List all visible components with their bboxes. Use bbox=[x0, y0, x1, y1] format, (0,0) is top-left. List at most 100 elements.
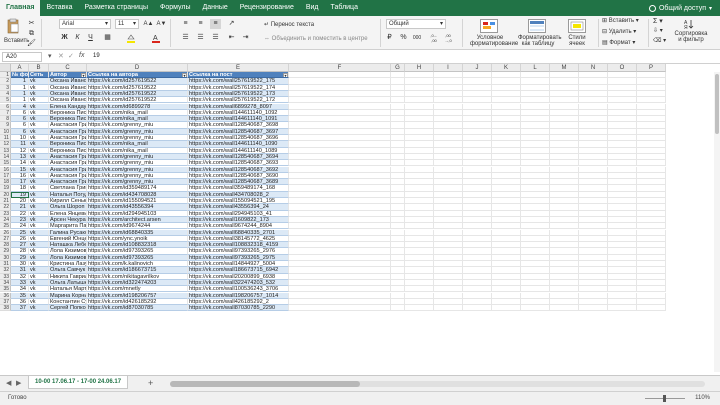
align-bottom-icon[interactable]: ≡ bbox=[210, 19, 221, 29]
cut-icon[interactable]: ✂ bbox=[26, 19, 37, 29]
thousands-button[interactable]: 000 bbox=[410, 33, 424, 43]
italic-button[interactable]: К bbox=[72, 33, 83, 43]
number-format-select[interactable]: Общий ▾ bbox=[386, 19, 446, 29]
fill-color-icon[interactable] bbox=[125, 33, 136, 43]
empty-cell[interactable] bbox=[637, 305, 666, 312]
percent-button[interactable]: % bbox=[398, 33, 409, 43]
column-header-l[interactable]: L bbox=[521, 64, 550, 72]
decrease-decimal-icon[interactable]: ,00 →,0 bbox=[442, 33, 454, 43]
align-left-icon[interactable]: ☰ bbox=[180, 33, 191, 43]
column-header-f[interactable]: F bbox=[289, 64, 391, 72]
format-cells-button[interactable]: ▤ Формат ▾ bbox=[602, 39, 635, 46]
vertical-scroll-thumb[interactable] bbox=[715, 74, 719, 134]
spreadsheet-grid[interactable]: ABCDEFGHIJKLMNOP1№ фото▾Сеть▾Автор▾Ссылк… bbox=[0, 64, 720, 375]
empty-cell[interactable] bbox=[434, 305, 463, 312]
tab-4[interactable]: Формулы bbox=[154, 0, 196, 16]
empty-cell[interactable] bbox=[579, 305, 608, 312]
increase-decimal-icon[interactable]: ,0← ,00 bbox=[428, 33, 440, 43]
column-header-d[interactable]: D bbox=[87, 64, 188, 72]
tab-3[interactable]: Разметка страницы bbox=[79, 0, 155, 16]
column-header-j[interactable]: J bbox=[463, 64, 492, 72]
table-cell[interactable]: vk bbox=[29, 305, 49, 312]
sort-filter-icon[interactable]: AЯ bbox=[684, 18, 698, 31]
cell-styles-label[interactable]: Стили ячеек bbox=[562, 35, 592, 47]
orientation-icon[interactable]: ↗ bbox=[226, 19, 237, 29]
font-color-icon[interactable]: A bbox=[150, 33, 161, 43]
conditional-formatting-label[interactable]: Условное форматирование bbox=[470, 35, 518, 47]
copy-icon[interactable]: ⧉ bbox=[26, 29, 37, 39]
sheet-tab[interactable]: 10-00 17.06.17 - 17-00 24.06.17 bbox=[28, 376, 129, 389]
select-all-corner[interactable] bbox=[0, 64, 11, 72]
clear-button[interactable]: ⌫ ▾ bbox=[653, 37, 666, 44]
share-button[interactable]: Общий доступ ▾ bbox=[648, 4, 712, 12]
align-middle-icon[interactable]: ≡ bbox=[195, 19, 206, 29]
align-center-icon[interactable]: ☰ bbox=[195, 33, 206, 43]
filter-dropdown-icon[interactable]: ▾ bbox=[283, 73, 288, 78]
format-as-table-icon[interactable] bbox=[528, 19, 546, 33]
table-cell[interactable]: 37 bbox=[11, 305, 29, 312]
tab-5[interactable]: Данные bbox=[196, 0, 233, 16]
prev-sheet-icon[interactable]: ◀ bbox=[6, 379, 11, 387]
underline-button[interactable]: Ч bbox=[85, 33, 96, 43]
align-right-icon[interactable]: ☰ bbox=[210, 33, 221, 43]
format-painter-icon[interactable]: 🖌 bbox=[26, 39, 37, 49]
font-name-select[interactable]: Arial ▾ bbox=[59, 19, 111, 29]
name-box[interactable]: A20 bbox=[2, 52, 42, 62]
column-header-e[interactable]: E bbox=[188, 64, 289, 72]
row-header[interactable]: 38 bbox=[0, 305, 11, 312]
horizontal-scrollbar[interactable] bbox=[170, 381, 705, 387]
tab-2[interactable]: Вставка bbox=[40, 0, 78, 16]
column-header-o[interactable]: O bbox=[608, 64, 637, 72]
indent-decrease-icon[interactable]: ⇤ bbox=[226, 33, 237, 43]
autosum-button[interactable]: Σ ▾ bbox=[653, 17, 663, 25]
conditional-formatting-icon[interactable] bbox=[480, 19, 498, 33]
table-cell[interactable]: https://vk.com/id87030785 bbox=[87, 305, 188, 312]
fill-button[interactable]: ⇩ ▾ bbox=[653, 27, 663, 34]
column-header-p[interactable]: P bbox=[637, 64, 666, 72]
empty-cell[interactable] bbox=[550, 305, 579, 312]
insert-cells-button[interactable]: ⊞ Вставить ▾ bbox=[602, 17, 639, 24]
borders-icon[interactable]: ▦ bbox=[102, 33, 113, 43]
add-sheet-icon[interactable]: + bbox=[148, 378, 153, 388]
column-header-k[interactable]: K bbox=[492, 64, 521, 72]
format-as-table-label[interactable]: Форматировать как таблицу bbox=[518, 35, 562, 47]
delete-cells-button[interactable]: ⊟ Удалить ▾ bbox=[602, 28, 636, 35]
empty-cell[interactable] bbox=[492, 305, 521, 312]
fx-icon[interactable]: fx bbox=[79, 52, 84, 59]
indent-increase-icon[interactable]: ⇥ bbox=[240, 33, 251, 43]
tab-6[interactable]: Рецензирование bbox=[234, 0, 300, 16]
empty-cell[interactable] bbox=[463, 305, 492, 312]
column-header-n[interactable]: N bbox=[579, 64, 608, 72]
empty-cell[interactable] bbox=[608, 305, 637, 312]
cancel-icon[interactable]: ✕ bbox=[58, 52, 64, 60]
table-cell[interactable]: https://vk.com/wall87030785_2290 bbox=[188, 305, 289, 312]
grow-font-icon[interactable]: A▲ bbox=[143, 19, 154, 29]
filter-dropdown-icon[interactable]: ▾ bbox=[81, 73, 86, 78]
zoom-slider-knob[interactable] bbox=[663, 395, 666, 402]
empty-cell[interactable] bbox=[391, 305, 405, 312]
table-cell[interactable]: Сергей Попков bbox=[49, 305, 87, 312]
shrink-font-icon[interactable]: A▼ bbox=[156, 19, 167, 29]
font-size-select[interactable]: 11 ▾ bbox=[115, 19, 139, 29]
sort-filter-label[interactable]: Сортировка и фильтр bbox=[670, 31, 712, 43]
wrap-text-button[interactable]: ↵ Перенос текста bbox=[264, 21, 314, 28]
column-header-i[interactable]: I bbox=[434, 64, 463, 72]
tab-7[interactable]: Вид bbox=[300, 0, 325, 16]
column-header-m[interactable]: M bbox=[550, 64, 579, 72]
currency-icon[interactable]: ₽ bbox=[384, 33, 395, 43]
empty-cell[interactable] bbox=[405, 305, 434, 312]
chevron-down-icon[interactable]: ▾ bbox=[48, 52, 52, 60]
tab-1[interactable]: Главная bbox=[0, 0, 41, 16]
column-header-c[interactable]: C bbox=[49, 64, 87, 72]
empty-cell[interactable] bbox=[521, 305, 550, 312]
bold-button[interactable]: Ж bbox=[59, 33, 70, 43]
cell-styles-icon[interactable] bbox=[568, 19, 586, 33]
column-header-a[interactable]: A bbox=[11, 64, 29, 72]
paste-icon[interactable] bbox=[6, 18, 20, 34]
horizontal-scroll-thumb[interactable] bbox=[170, 381, 360, 387]
empty-cell[interactable] bbox=[289, 305, 391, 312]
next-sheet-icon[interactable]: ▶ bbox=[16, 379, 21, 387]
merge-center-button[interactable]: ⇔ Объединить и поместить в центре bbox=[264, 36, 368, 42]
align-top-icon[interactable]: ≡ bbox=[180, 19, 191, 29]
column-header-b[interactable]: B bbox=[29, 64, 49, 72]
